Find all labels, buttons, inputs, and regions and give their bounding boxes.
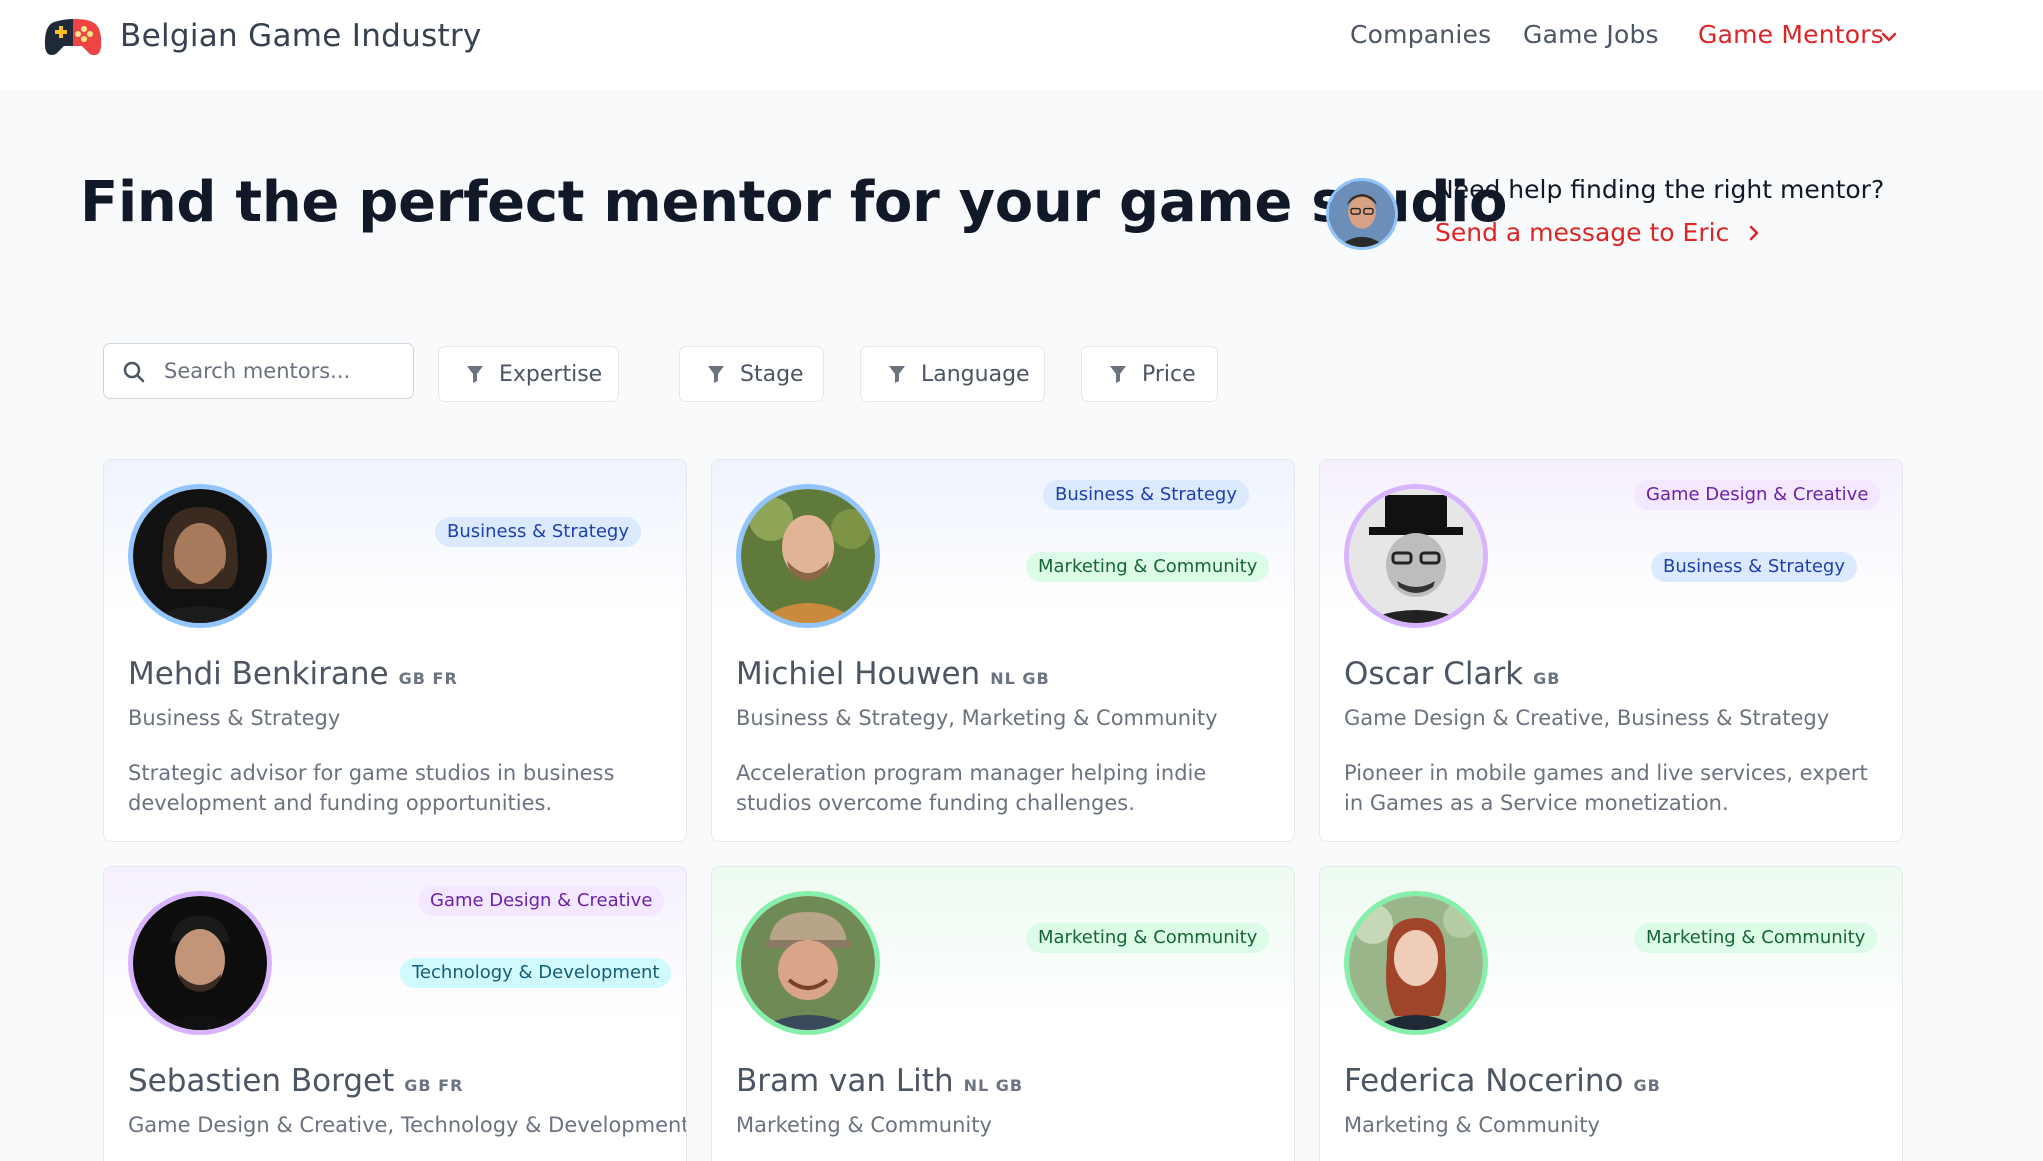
mentor-card[interactable]: Business & Strategy Marketing & Communit…	[711, 459, 1295, 842]
mentor-bio: Acceleration program manager helping ind…	[736, 761, 1207, 815]
mentor-categories: Marketing & Community	[736, 1113, 992, 1137]
funnel-icon	[889, 366, 905, 383]
brand-name[interactable]: Belgian Game Industry	[120, 18, 482, 54]
mentor-card[interactable]: Game Design & Creative Technology & Deve…	[103, 866, 687, 1161]
mentor-categories: Business & Strategy	[128, 706, 341, 730]
mentor-languages: GB FR	[398, 669, 458, 688]
mentor-avatar	[1344, 484, 1488, 628]
search-icon	[123, 361, 145, 383]
eric-avatar	[1326, 178, 1398, 250]
help-title: Need help finding the right mentor?	[1435, 175, 1885, 204]
gamepad-logo-icon[interactable]	[44, 16, 102, 58]
funnel-icon	[467, 366, 483, 383]
mentor-bio: Pioneer in mobile games and live service…	[1344, 761, 1868, 815]
mentor-languages: NL GB	[990, 669, 1050, 688]
mentor-name-text: Mehdi Benkirane	[128, 656, 389, 692]
expertise-tag: Business & Strategy	[1043, 480, 1249, 510]
top-navbar: Belgian Game Industry Companies Game Job…	[0, 0, 2043, 90]
mentor-categories: Business & Strategy, Marketing & Communi…	[736, 706, 1218, 730]
message-eric-link[interactable]: Send a message to Eric	[1435, 218, 1761, 247]
filter-language-label: Language	[921, 361, 1030, 387]
filter-stage-button[interactable]: Stage	[679, 346, 824, 402]
mentor-categories: Game Design & Creative, Business & Strat…	[1344, 706, 1830, 730]
mentor-card[interactable]: Marketing & Community Bram van Lith NL GB…	[711, 866, 1295, 1161]
mentor-avatar	[736, 484, 880, 628]
expertise-tag: Business & Strategy	[435, 517, 641, 547]
expertise-tag: Game Design & Creative	[418, 886, 665, 916]
nav-companies[interactable]: Companies	[1350, 20, 1491, 49]
expertise-tag: Game Design & Creative	[1634, 480, 1881, 510]
mentor-categories: Game Design & Creative, Technology & Dev…	[128, 1113, 687, 1137]
nav-game-mentors[interactable]: Game Mentors	[1698, 20, 1884, 49]
mentor-name: Michiel Houwen NL GB	[736, 656, 1050, 692]
nav-game-jobs[interactable]: Game Jobs	[1523, 20, 1659, 49]
filter-language-button[interactable]: Language	[860, 346, 1045, 402]
mentor-name-text: Michiel Houwen	[736, 656, 981, 692]
search-input[interactable]	[164, 354, 404, 388]
mentor-bio: Strategic advisor for game studios in bu…	[128, 761, 615, 815]
filter-stage-label: Stage	[740, 361, 804, 387]
mentor-name: Oscar Clark GB	[1344, 656, 1560, 692]
funnel-icon	[1110, 366, 1126, 383]
expertise-tag: Marketing & Community	[1026, 552, 1270, 582]
mentor-card[interactable]: Marketing & Community Federica Nocerino G…	[1319, 866, 1903, 1161]
mentor-languages: NL GB	[963, 1076, 1024, 1095]
mentor-name: Federica Nocerino GB	[1344, 1063, 1661, 1099]
mentor-name: Mehdi Benkirane GB FR	[128, 656, 458, 692]
mentor-avatar	[128, 484, 272, 628]
expertise-tag: Business & Strategy	[1651, 552, 1857, 582]
search-box[interactable]	[103, 343, 414, 399]
mentor-avatar	[1344, 891, 1488, 1035]
mentor-name: Bram van Lith NL GB	[736, 1063, 1023, 1099]
mentor-languages: GB	[1633, 1076, 1661, 1095]
mentor-name-text: Oscar Clark	[1344, 656, 1524, 692]
mentor-languages: GB	[1533, 669, 1561, 688]
page-title: Find the perfect mentor for your game st…	[80, 170, 1508, 235]
expertise-tag: Technology & Development	[400, 958, 672, 988]
filter-expertise-button[interactable]: Expertise	[438, 346, 619, 402]
mentor-name: Sebastien Borget GB FR	[128, 1063, 463, 1099]
mentor-card[interactable]: Business & Strategy Mehdi Benkirane GB FR…	[103, 459, 687, 842]
expertise-tag: Marketing & Community	[1634, 923, 1878, 953]
mentor-languages: GB FR	[404, 1076, 464, 1095]
mentor-avatar	[128, 891, 272, 1035]
filter-price-label: Price	[1142, 361, 1196, 387]
filter-price-button[interactable]: Price	[1081, 346, 1218, 402]
funnel-icon	[708, 366, 724, 383]
expertise-tag: Marketing & Community	[1026, 923, 1270, 953]
mentor-name-text: Bram van Lith	[736, 1063, 954, 1099]
mentor-card[interactable]: Game Design & Creative Business & Strate…	[1319, 459, 1903, 842]
mentor-avatar	[736, 891, 880, 1035]
filter-expertise-label: Expertise	[499, 361, 603, 387]
mentor-categories: Marketing & Community	[1344, 1113, 1600, 1137]
mentor-name-text: Federica Nocerino	[1344, 1063, 1624, 1099]
chevron-down-icon[interactable]	[1880, 30, 1898, 44]
mentor-name-text: Sebastien Borget	[128, 1063, 395, 1099]
chevron-right-icon	[1750, 225, 1759, 241]
message-eric-label: Send a message to Eric	[1435, 218, 1730, 247]
